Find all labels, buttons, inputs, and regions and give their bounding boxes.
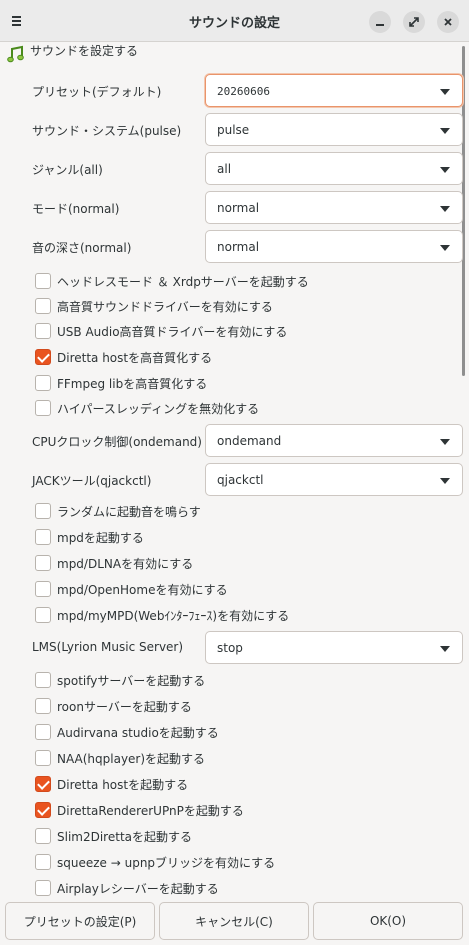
genre-combo[interactable]: all — [205, 152, 463, 185]
preset-settings-button[interactable]: プリセットの設定(P) — [5, 902, 155, 940]
lms-value: stop — [217, 641, 243, 655]
checkbox[interactable] — [35, 880, 51, 896]
chevron-down-icon — [440, 439, 450, 445]
checkbox[interactable] — [35, 581, 51, 597]
jack-combo[interactable]: qjackctl — [205, 463, 463, 496]
checkbox[interactable] — [35, 698, 51, 714]
chevron-down-icon — [440, 89, 450, 95]
check-mpd-openhome[interactable]: mpd/OpenHomeを有効にする — [35, 580, 228, 598]
depth-label: 音の深さ(normal) — [32, 241, 132, 255]
checkbox[interactable] — [35, 298, 51, 314]
checkbox[interactable] — [35, 503, 51, 519]
sound-system-combo[interactable]: pulse — [205, 113, 463, 146]
chevron-down-icon — [440, 128, 450, 134]
check-mpd[interactable]: mpdを起動する — [35, 528, 144, 546]
check-spotify[interactable]: spotifyサーバーを起動する — [35, 671, 205, 689]
check-mpd-dlna[interactable]: mpd/DLNAを有効にする — [35, 554, 193, 572]
cancel-button[interactable]: キャンセル(C) — [159, 902, 309, 940]
checkbox[interactable] — [35, 672, 51, 688]
mode-value: normal — [217, 201, 260, 215]
checkbox[interactable] — [35, 802, 51, 818]
cpu-label: CPUクロック制御(ondemand) — [32, 435, 202, 449]
check-disable-hyperthreading[interactable]: ハイパースレッディングを無効化する — [35, 399, 259, 417]
checkbox[interactable] — [35, 607, 51, 623]
check-diretta-renderer-upnp[interactable]: DirettaRendererUPnPを起動する — [35, 801, 244, 819]
cpu-value: ondemand — [217, 434, 282, 448]
check-roon[interactable]: roonサーバーを起動する — [35, 697, 192, 715]
sound-system-value: pulse — [217, 123, 250, 137]
title-bar: サウンドの設定 — [0, 0, 469, 42]
jack-value: qjackctl — [217, 473, 264, 487]
genre-value: all — [217, 162, 232, 176]
checkbox[interactable] — [35, 529, 51, 545]
mode-combo[interactable]: normal — [205, 191, 463, 224]
minimize-icon[interactable] — [369, 11, 391, 33]
lms-label: LMS(Lyrion Music Server) — [32, 640, 184, 654]
music-note-icon — [7, 45, 24, 63]
checkbox[interactable] — [35, 724, 51, 740]
check-headless-xrdp[interactable]: ヘッドレスモード ＆ Xrdpサーバーを起動する — [35, 272, 309, 290]
window-title: サウンドの設定 — [188, 16, 280, 31]
depth-value: normal — [217, 240, 260, 254]
chevron-down-icon — [440, 646, 450, 652]
checkbox[interactable] — [35, 776, 51, 792]
check-naa-hqplayer[interactable]: NAA(hqplayer)を起動する — [35, 749, 205, 767]
checkbox[interactable] — [35, 349, 51, 365]
check-audirvana[interactable]: Audirvana studioを起動する — [35, 723, 219, 741]
checkbox[interactable] — [35, 375, 51, 391]
jack-label: JACKツール(qjackctl) — [32, 474, 152, 488]
depth-combo[interactable]: normal — [205, 230, 463, 263]
checkbox[interactable] — [35, 854, 51, 870]
preset-label: プリセット(デフォルト) — [32, 85, 162, 99]
lms-combo[interactable]: stop — [205, 631, 463, 664]
check-diretta-host[interactable]: Diretta hostを起動する — [35, 775, 188, 793]
genre-label: ジャンル(all) — [32, 163, 103, 177]
section-header: サウンドを設定する — [6, 44, 140, 64]
checkbox[interactable] — [35, 828, 51, 844]
preset-value: 20260606 — [217, 85, 270, 98]
checkbox[interactable] — [35, 400, 51, 416]
check-slim2diretta[interactable]: Slim2Direttaを起動する — [35, 827, 192, 845]
cpu-combo[interactable]: ondemand — [205, 424, 463, 457]
checkbox[interactable] — [35, 750, 51, 766]
check-random-startup-sound[interactable]: ランダムに起動音を鳴らす — [35, 502, 201, 520]
checkbox[interactable] — [35, 273, 51, 289]
close-icon[interactable] — [437, 11, 459, 33]
check-usb-audio-driver[interactable]: USB Audio高音質ドライバーを有効にする — [35, 322, 287, 340]
maximize-icon[interactable] — [403, 11, 425, 33]
check-mpd-mympd[interactable]: mpd/myMPD(Webｲﾝﾀｰﾌｪｰｽ)を有効にする — [35, 606, 289, 624]
check-squeeze-upnp-bridge[interactable]: squeeze → upnpブリッジを有効にする — [35, 853, 275, 871]
mode-label: モード(normal) — [32, 202, 120, 216]
preset-combo[interactable]: 20260606 — [205, 74, 463, 107]
checkbox[interactable] — [35, 555, 51, 571]
checkbox[interactable] — [35, 323, 51, 339]
chevron-down-icon — [440, 206, 450, 212]
check-airplay-receiver[interactable]: Airplayレシーバーを起動する — [35, 879, 219, 897]
ok-button[interactable]: OK(O) — [313, 902, 463, 940]
check-diretta-host-hq[interactable]: Diretta hostを高音質化する — [35, 348, 212, 366]
section-header-label: サウンドを設定する — [30, 43, 139, 58]
sound-system-label: サウンド・システム(pulse) — [32, 124, 182, 138]
chevron-down-icon — [440, 167, 450, 173]
chevron-down-icon — [440, 478, 450, 484]
check-ffmpeg-hq[interactable]: FFmpeg libを高音質化する — [35, 374, 207, 392]
check-hq-sound-driver[interactable]: 高音質サウンドドライバーを有効にする — [35, 297, 273, 315]
chevron-down-icon — [440, 245, 450, 251]
